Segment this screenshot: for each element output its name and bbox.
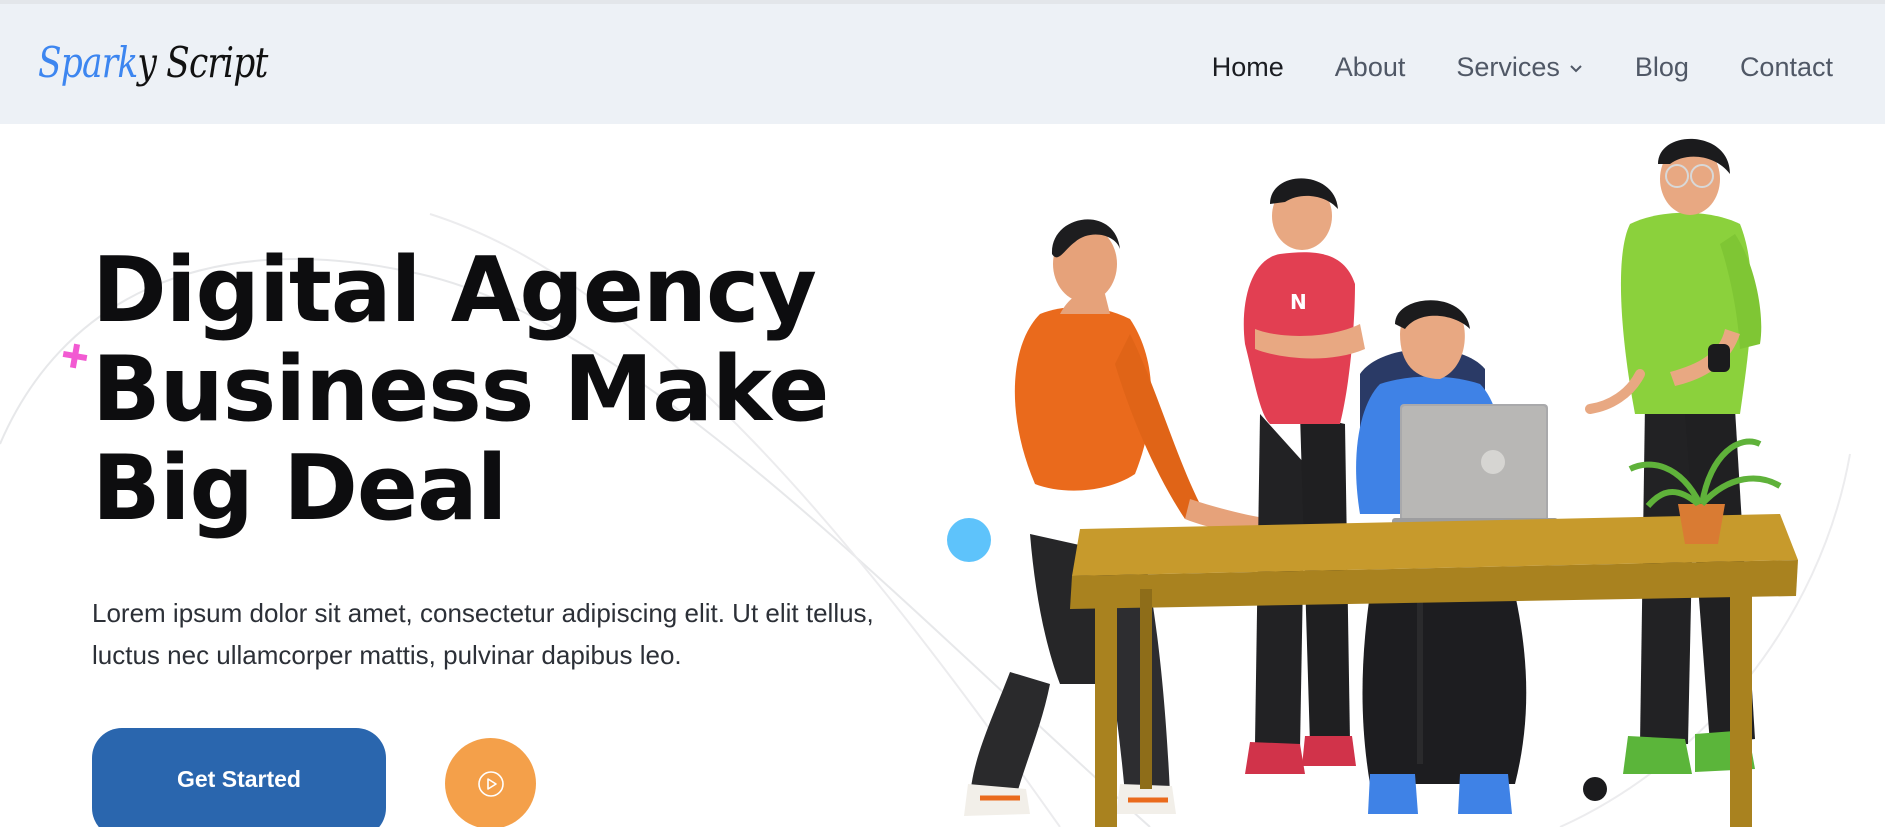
- person-red-shirt: N: [1243, 178, 1365, 774]
- laptop-icon: [1392, 404, 1558, 528]
- hero-title-line: Digital Agency: [92, 238, 817, 343]
- nav-contact-label: Contact: [1739, 52, 1833, 82]
- get-started-button[interactable]: Get Started: [92, 728, 386, 827]
- nav-about-label: About: [1334, 52, 1406, 82]
- nav-about[interactable]: About: [1335, 52, 1406, 83]
- nav-home-label: Home: [1211, 52, 1284, 82]
- site-header: Sparky Script Home About Services Blog C…: [0, 4, 1885, 124]
- nav-home[interactable]: Home: [1212, 52, 1284, 83]
- hero-section: Digital Agency Business Make Big Deal Lo…: [0, 124, 1885, 827]
- nav-contact[interactable]: Contact: [1740, 52, 1833, 83]
- get-started-label: Get Started: [177, 766, 301, 792]
- play-video-button[interactable]: [445, 738, 536, 827]
- nav-blog[interactable]: Blog: [1635, 52, 1689, 83]
- plus-decoration-icon: [62, 343, 88, 369]
- hero-description: Lorem ipsum dolor sit amet, consectetur …: [92, 598, 874, 670]
- play-circle-icon: [477, 770, 504, 797]
- hero-title-line: Business Make: [92, 337, 829, 442]
- logo-text-accent: Spark: [38, 38, 138, 87]
- nav-services-label: Services: [1456, 52, 1560, 82]
- nav-services[interactable]: Services: [1456, 52, 1584, 83]
- hero-title-line: Big Deal: [92, 436, 508, 541]
- logo-text-main: y Script: [137, 38, 268, 87]
- team-illustration: N: [964, 138, 1798, 827]
- hero-title: Digital Agency Business Make Big Deal: [92, 241, 912, 538]
- main-nav: Home About Services Blog Contact: [1212, 52, 1833, 83]
- site-logo[interactable]: Sparky Script: [38, 38, 268, 87]
- nav-blog-label: Blog: [1634, 52, 1689, 82]
- chevron-down-icon: [1570, 64, 1582, 72]
- shirt-letter: N: [1290, 290, 1307, 314]
